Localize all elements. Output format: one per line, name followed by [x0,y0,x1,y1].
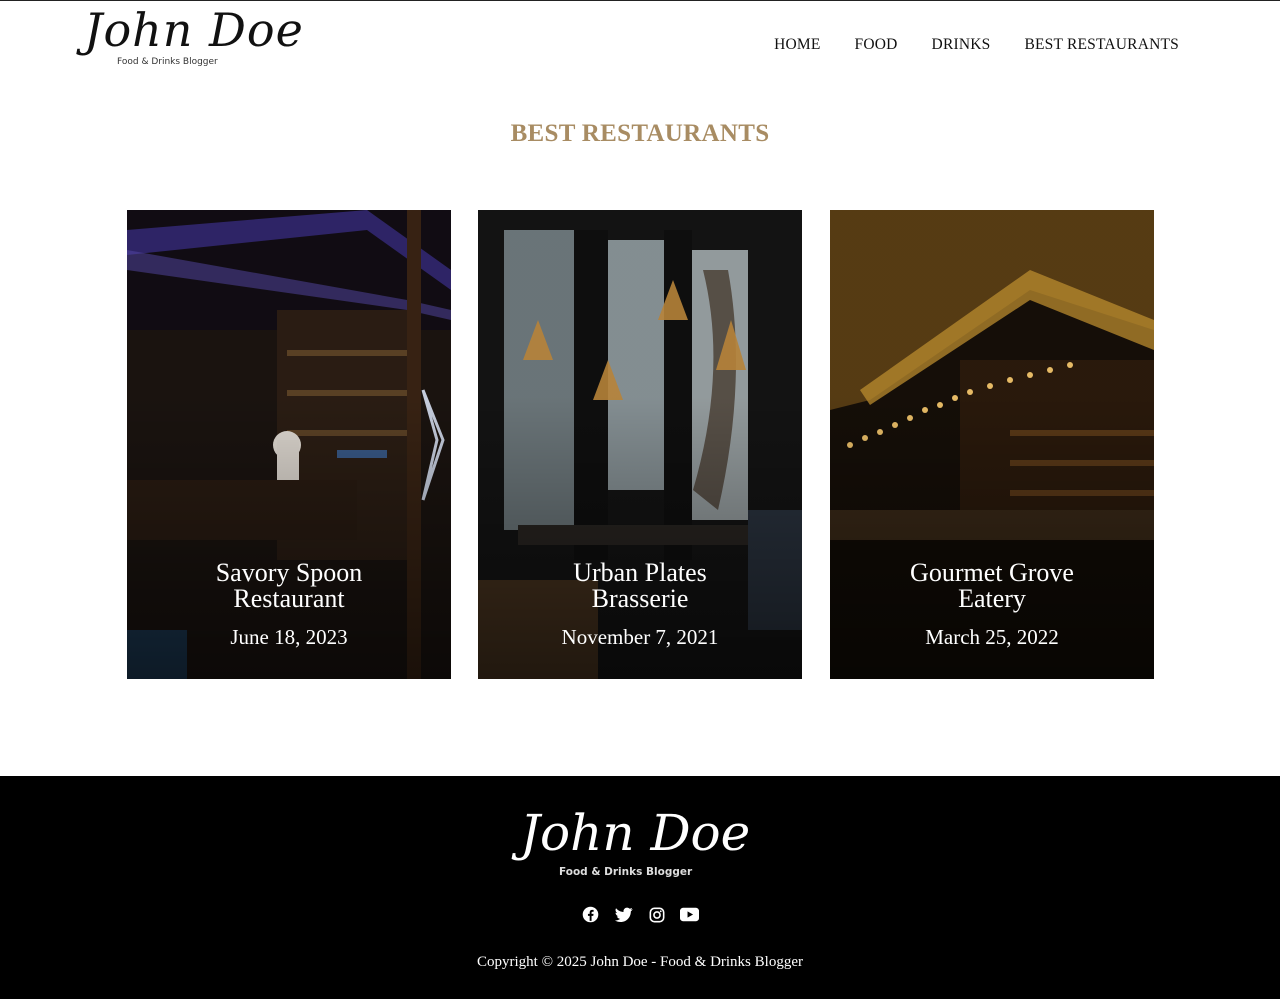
nav-food[interactable]: FOOD [855,36,898,54]
logo-name: John Doe [84,3,304,57]
restaurant-date: November 7, 2021 [561,625,719,649]
nav-home[interactable]: HOME [774,36,820,54]
restaurant-name: Gourmet Grove Eatery [910,558,1074,613]
twitter-icon[interactable] [614,905,633,924]
social-links [0,905,1280,924]
facebook-icon[interactable] [581,905,600,924]
page-title: BEST RESTAURANTS [510,120,770,147]
restaurant-name: Savory Spoon Restaurant [215,558,363,613]
restaurant-date: June 18, 2023 [230,625,348,649]
copyright-text: Copyright © 2025 John Doe - Food & Drink… [477,954,803,970]
restaurant-date: March 25, 2022 [925,625,1059,649]
footer-logo[interactable]: John Doe Food & Drinks Blogger [520,804,770,884]
restaurant-card-savory-spoon[interactable]: Savory Spoon Restaurant June 18, 2023 [127,210,451,679]
site-header: John Doe Food & Drinks Blogger HOME FOOD… [0,1,1280,87]
youtube-icon[interactable] [680,905,699,924]
site-footer: John Doe Food & Drinks Blogger Copyright… [0,776,1280,999]
restaurant-card-gourmet-grove[interactable]: Gourmet Grove Eatery March 25, 2022 [830,210,1154,679]
restaurant-cards: Savory Spoon Restaurant June 18, 2023 Ur… [127,210,1154,679]
main-nav: HOME FOOD DRINKS BEST RESTAURANTS [774,36,1179,54]
logo-tagline: Food & Drinks Blogger [117,57,218,67]
nav-drinks[interactable]: DRINKS [932,36,991,54]
site-logo[interactable]: John Doe Food & Drinks Blogger [84,3,304,79]
instagram-icon[interactable] [647,905,666,924]
nav-best-restaurants[interactable]: BEST RESTAURANTS [1024,36,1179,54]
footer-logo-tagline: Food & Drinks Blogger [559,866,693,878]
restaurant-name: Urban Plates Brasserie [573,558,707,613]
restaurant-card-urban-plates[interactable]: Urban Plates Brasserie November 7, 2021 [478,210,802,679]
footer-logo-name: John Doe [520,804,751,862]
